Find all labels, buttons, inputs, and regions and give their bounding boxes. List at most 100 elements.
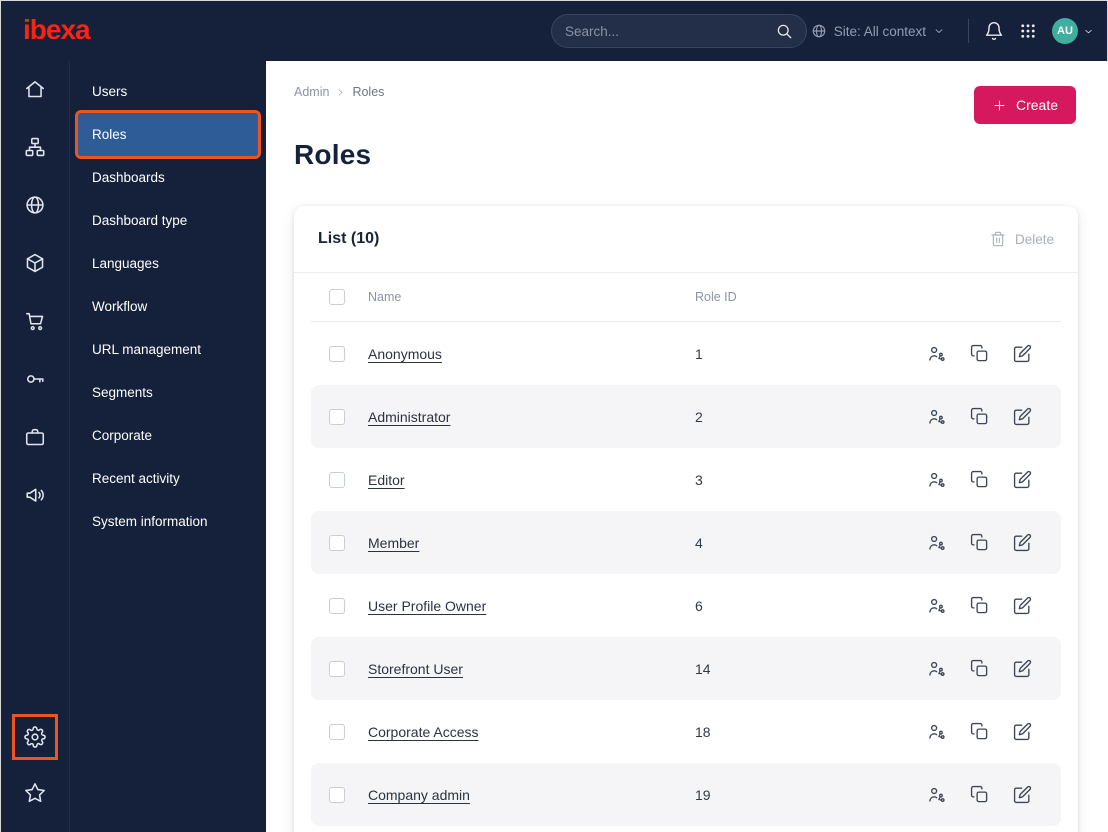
delete-button[interactable]: Delete — [990, 231, 1054, 247]
copy-icon[interactable] — [970, 722, 989, 741]
sidebar-item-dashboard-type[interactable]: Dashboard type — [78, 199, 258, 242]
sidebar-item-label: Recent activity — [92, 471, 180, 486]
assign-icon[interactable] — [927, 596, 946, 615]
rail-item-products[interactable] — [15, 243, 55, 283]
breadcrumb-admin[interactable]: Admin — [294, 85, 329, 99]
rail-item-bookmarks[interactable] — [15, 773, 55, 813]
list-card-header: List (10) Delete — [294, 206, 1078, 273]
sidebar-item-users[interactable]: Users — [78, 70, 258, 113]
chevron-right-icon — [335, 87, 346, 98]
create-button[interactable]: Create — [973, 86, 1076, 124]
notifications-button[interactable] — [984, 21, 1004, 41]
search-icon[interactable] — [775, 22, 793, 40]
row-checkbox[interactable] — [329, 345, 345, 362]
sidebar-item-recent-activity[interactable]: Recent activity — [78, 457, 258, 500]
edit-icon[interactable] — [1013, 785, 1032, 804]
edit-icon[interactable] — [1013, 659, 1032, 678]
trash-icon — [990, 231, 1006, 247]
edit-icon[interactable] — [1013, 596, 1032, 615]
row-checkbox[interactable] — [329, 471, 345, 488]
rail-item-home[interactable] — [15, 69, 55, 109]
app-switcher-button[interactable] — [1019, 22, 1037, 40]
role-name-link[interactable]: Editor — [368, 472, 405, 488]
chevron-down-icon — [933, 25, 945, 37]
sidebar-item-corporate[interactable]: Corporate — [78, 414, 258, 457]
rail-item-content-structure[interactable] — [15, 127, 55, 167]
icon-rail — [1, 61, 69, 832]
copy-icon[interactable] — [970, 407, 989, 426]
copy-icon[interactable] — [970, 470, 989, 489]
assign-icon[interactable] — [927, 407, 946, 426]
role-id: 1 — [695, 345, 703, 362]
sidebar-item-roles[interactable]: Roles — [78, 113, 258, 156]
sidebar-item-url-management[interactable]: URL management — [78, 328, 258, 371]
sidebar-item-languages[interactable]: Languages — [78, 242, 258, 285]
sidebar-item-label: Dashboards — [92, 170, 165, 185]
copy-icon[interactable] — [970, 596, 989, 615]
site-context-selector[interactable]: Site: All context — [811, 23, 945, 39]
home-icon — [24, 78, 46, 100]
role-name-link[interactable]: Anonymous — [368, 346, 442, 362]
sidebar-item-workflow[interactable]: Workflow — [78, 285, 258, 328]
assign-icon[interactable] — [927, 470, 946, 489]
global-search — [551, 14, 807, 48]
create-button-label: Create — [1015, 97, 1058, 113]
sidebar-item-label: Roles — [92, 127, 127, 142]
role-name-link[interactable]: Administrator — [368, 409, 450, 425]
edit-icon[interactable] — [1013, 533, 1032, 552]
edit-icon[interactable] — [1013, 470, 1032, 489]
select-all-checkbox[interactable] — [329, 289, 345, 305]
rail-item-site[interactable] — [15, 185, 55, 225]
sidebar-item-label: System information — [92, 514, 208, 529]
sidebar-item-label: Segments — [92, 385, 153, 400]
row-checkbox[interactable] — [329, 408, 345, 425]
ibexa-logo[interactable]: ibexa — [23, 15, 91, 45]
row-checkbox[interactable] — [329, 597, 345, 614]
assign-icon[interactable] — [927, 344, 946, 363]
globe-icon — [24, 194, 46, 216]
copy-icon[interactable] — [970, 659, 989, 678]
rail-item-permissions[interactable] — [15, 359, 55, 399]
page-title: Roles — [294, 139, 372, 170]
settings-gear-icon — [24, 726, 46, 748]
edit-icon[interactable] — [1013, 407, 1032, 426]
sidebar-item-label: Corporate — [92, 428, 153, 443]
edit-icon[interactable] — [1013, 722, 1032, 741]
edit-icon[interactable] — [1013, 344, 1032, 363]
sidebar-item-system-information[interactable]: System information — [78, 500, 258, 543]
row-actions — [927, 722, 1032, 741]
assign-icon[interactable] — [927, 659, 946, 678]
search-input[interactable] — [565, 23, 775, 39]
topbar-divider — [968, 19, 969, 43]
user-menu[interactable]: AU — [1052, 18, 1094, 44]
row-checkbox[interactable] — [329, 723, 345, 740]
table-row: Editor 3 — [311, 448, 1061, 511]
rail-item-settings[interactable] — [15, 717, 55, 757]
role-id: 4 — [695, 534, 703, 551]
role-name-link[interactable]: Storefront User — [368, 661, 463, 677]
role-name-link[interactable]: Member — [368, 535, 419, 551]
row-actions — [927, 659, 1032, 678]
plus-icon — [992, 98, 1007, 113]
sidebar-item-segments[interactable]: Segments — [78, 371, 258, 414]
copy-icon[interactable] — [970, 785, 989, 804]
role-name-link[interactable]: User Profile Owner — [368, 598, 486, 614]
role-name-link[interactable]: Company admin — [368, 787, 470, 803]
briefcase-icon — [24, 426, 46, 448]
role-id: 18 — [695, 723, 711, 740]
row-checkbox[interactable] — [329, 534, 345, 551]
assign-icon[interactable] — [927, 533, 946, 552]
sidebar-item-dashboards[interactable]: Dashboards — [78, 156, 258, 199]
rail-item-commerce[interactable] — [15, 301, 55, 341]
copy-icon[interactable] — [970, 344, 989, 363]
rail-item-marketing[interactable] — [15, 475, 55, 515]
copy-icon[interactable] — [970, 533, 989, 552]
row-checkbox[interactable] — [329, 786, 345, 803]
role-name-link[interactable]: Corporate Access — [368, 724, 479, 740]
table-header-row: Name Role ID — [311, 273, 1061, 322]
avatar[interactable]: AU — [1052, 18, 1078, 44]
assign-icon[interactable] — [927, 785, 946, 804]
row-checkbox[interactable] — [329, 660, 345, 677]
assign-icon[interactable] — [927, 722, 946, 741]
rail-item-corporate[interactable] — [15, 417, 55, 457]
